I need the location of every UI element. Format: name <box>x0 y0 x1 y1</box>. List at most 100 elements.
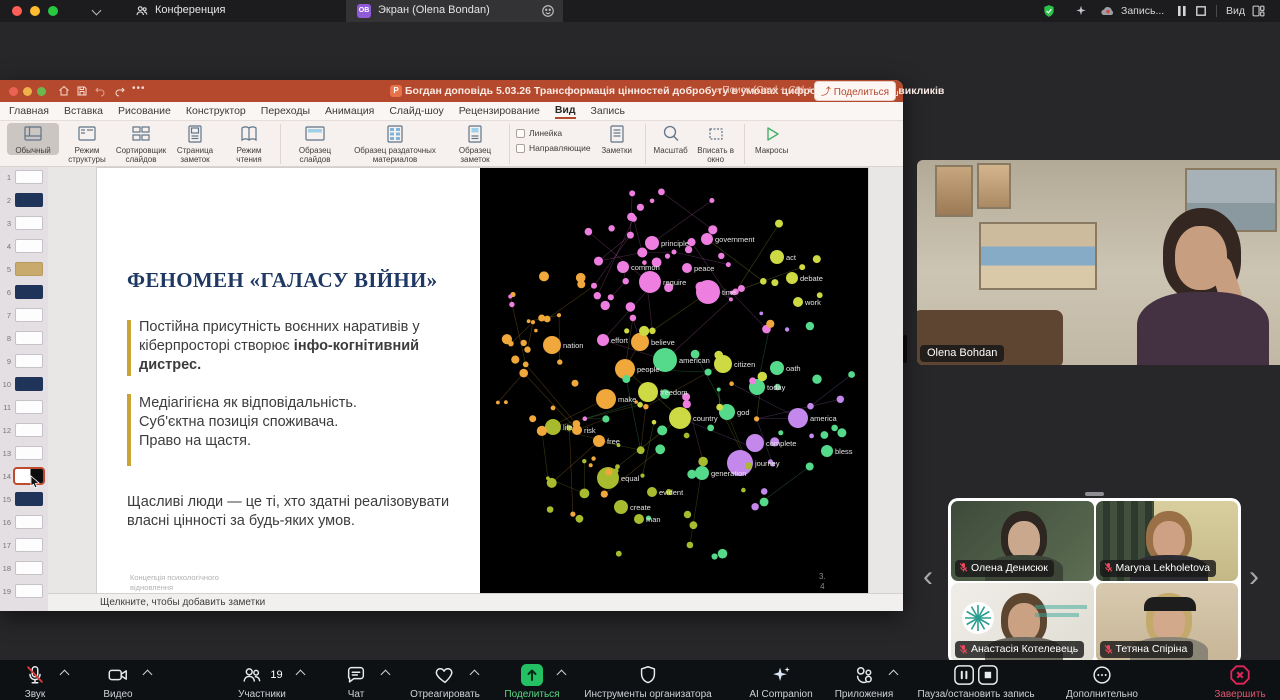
participant-video-tile[interactable]: Олена Денисюк <box>951 501 1094 581</box>
gallery-previous-icon[interactable]: ‹ <box>923 560 933 594</box>
ppt-close-button[interactable] <box>9 87 18 96</box>
save-icon[interactable] <box>76 85 88 97</box>
chevron-down-icon[interactable] <box>92 6 102 16</box>
thumbnail-preview[interactable] <box>15 515 43 529</box>
view-outline-button[interactable]: Режим структуры <box>61 123 113 164</box>
view-slide-sorter-button[interactable]: Сортировщик слайдов <box>115 123 167 164</box>
thumbnail-preview[interactable] <box>15 170 43 184</box>
more-commands-icon[interactable]: ••• <box>132 83 146 94</box>
slide-thumbnail-2[interactable]: 2 <box>0 193 48 213</box>
participant-video-tile[interactable]: Maryna Lekholetova <box>1096 501 1239 581</box>
slide-master-button[interactable]: Образец слайдов <box>286 123 344 164</box>
slide-thumbnail-1[interactable]: 1 <box>0 170 48 190</box>
ribbon-tab-Слайд-шоу[interactable]: Слайд-шоу <box>389 105 443 117</box>
view-reading-button[interactable]: Режим чтения <box>223 123 275 164</box>
fullscreen-window-button[interactable] <box>48 6 58 16</box>
thumbnail-preview[interactable] <box>15 377 43 391</box>
thumbnail-preview[interactable] <box>15 308 43 322</box>
slide-thumbnail-14[interactable]: 14 <box>0 469 48 489</box>
thumbnail-preview[interactable] <box>15 584 43 598</box>
notes-toggle-button[interactable]: Заметки <box>594 123 640 155</box>
slide-thumbnail-6[interactable]: 6 <box>0 285 48 305</box>
redo-icon[interactable] <box>114 85 126 97</box>
gallery-drag-handle[interactable] <box>1085 492 1104 496</box>
ppt-minimize-button[interactable] <box>23 87 32 96</box>
slide-master-icon <box>304 123 326 145</box>
slide-thumbnail-13[interactable]: 13 <box>0 446 48 466</box>
thumbnail-preview[interactable] <box>15 285 43 299</box>
slide-thumbnail-19[interactable]: 19 <box>0 584 48 604</box>
slide-thumbnail-4[interactable]: 4 <box>0 239 48 259</box>
slide-thumbnail-12[interactable]: 12 <box>0 423 48 443</box>
notes-pane[interactable]: Щелкните, чтобы добавить заметки <box>48 593 903 611</box>
slide-thumbnail-9[interactable]: 9 <box>0 354 48 374</box>
slide-thumbnail-11[interactable]: 11 <box>0 400 48 420</box>
minimize-window-button[interactable] <box>30 6 40 16</box>
slide-thumbnail-8[interactable]: 8 <box>0 331 48 351</box>
slide-thumbnail-15[interactable]: 15 <box>0 492 48 512</box>
participant-video-tile[interactable]: Тетяна Спіріна <box>1096 583 1239 663</box>
ribbon-tab-Запись[interactable]: Запись <box>591 105 625 117</box>
ai-companion-icon[interactable] <box>1074 4 1088 18</box>
slide-thumbnail-7[interactable]: 7 <box>0 308 48 328</box>
tab-screen-share[interactable]: ОВ Экран (Olena Bondan) <box>346 0 563 22</box>
ribbon-tab-Анимация[interactable]: Анимация <box>325 105 374 117</box>
panel-resize-handle[interactable] <box>903 335 907 363</box>
toolbar-end-call[interactable]: Завершить <box>1160 663 1280 700</box>
reactions-smiley-icon[interactable] <box>541 4 555 18</box>
search-field[interactable]: ⌕ Поиск (Cmd + Ctrl + U) <box>714 85 826 96</box>
thumbnail-preview[interactable] <box>15 193 43 207</box>
thumbnail-preview[interactable] <box>15 331 43 345</box>
toolbar-more[interactable]: Дополнительно <box>1022 663 1182 700</box>
thumbnail-preview[interactable] <box>15 354 43 368</box>
pause-recording-icon[interactable] <box>1177 6 1187 16</box>
slide-thumbnail-10[interactable]: 10 <box>0 377 48 397</box>
notes-master-button[interactable]: Образец заметок <box>446 123 504 164</box>
macros-button[interactable]: Макросы <box>750 123 794 155</box>
ribbon-tab-Главная[interactable]: Главная <box>9 105 49 117</box>
undo-icon[interactable] <box>94 85 106 97</box>
thumbnail-preview[interactable] <box>15 538 43 552</box>
ribbon-tab-Вид[interactable]: Вид <box>555 104 576 119</box>
ppt-share-button[interactable]: ⤴ Поделиться <box>814 81 896 101</box>
ruler-checkbox[interactable]: Линейка <box>516 128 591 138</box>
thumbnail-preview[interactable] <box>15 262 43 276</box>
handout-master-button[interactable]: Образец раздаточных материалов <box>346 123 444 164</box>
stop-recording-icon[interactable] <box>1196 6 1206 16</box>
home-icon[interactable] <box>58 85 70 97</box>
view-notes-page-button[interactable]: Страница заметок <box>169 123 221 164</box>
tab-conference[interactable]: Конференция <box>155 4 225 16</box>
thumbnail-preview[interactable] <box>15 423 43 437</box>
view-normal-button[interactable]: Обычный <box>7 123 59 155</box>
ribbon-tab-Конструктор[interactable]: Конструктор <box>186 105 246 117</box>
thumbnail-preview[interactable] <box>15 492 43 506</box>
svg-text:equal: equal <box>621 474 640 483</box>
security-shield-icon[interactable] <box>1042 4 1056 18</box>
view-menu-label[interactable]: Вид <box>1226 5 1245 17</box>
thumbnail-preview[interactable] <box>15 400 43 414</box>
thumbnail-preview[interactable] <box>15 239 43 253</box>
thumbnail-preview[interactable] <box>15 446 43 460</box>
ppt-zoom-button[interactable] <box>37 87 46 96</box>
slide-thumbnail-3[interactable]: 3 <box>0 216 48 236</box>
slide-thumbnail-18[interactable]: 18 <box>0 561 48 581</box>
thumbnail-preview[interactable] <box>15 561 43 575</box>
ribbon-tab-Вставка[interactable]: Вставка <box>64 105 103 117</box>
ribbon-tab-Рисование[interactable]: Рисование <box>118 105 171 117</box>
toolbar-camera[interactable]: Видео <box>38 663 198 700</box>
view-layout-icon[interactable] <box>1252 5 1265 17</box>
slide-thumbnail-17[interactable]: 17 <box>0 538 48 558</box>
speaker-video-tile[interactable]: Olena Bohdan <box>917 160 1280 365</box>
participant-video-tile[interactable]: Анастасія Котелевець <box>951 583 1094 663</box>
thumbnail-preview[interactable] <box>15 216 43 230</box>
gallery-next-icon[interactable]: › <box>1249 560 1259 594</box>
slide-thumbnail-16[interactable]: 16 <box>0 515 48 535</box>
close-window-button[interactable] <box>12 6 22 16</box>
svg-text:nation: nation <box>563 341 583 350</box>
guides-checkbox[interactable]: Направляющие <box>516 143 591 153</box>
zoom-button[interactable]: Масштаб <box>651 123 691 155</box>
ribbon-tab-Переходы[interactable]: Переходы <box>261 105 310 117</box>
fit-to-window-button[interactable]: Вписать в окно <box>693 123 739 164</box>
ribbon-tab-Рецензирование[interactable]: Рецензирование <box>459 105 540 117</box>
slide-thumbnail-5[interactable]: 5 <box>0 262 48 282</box>
